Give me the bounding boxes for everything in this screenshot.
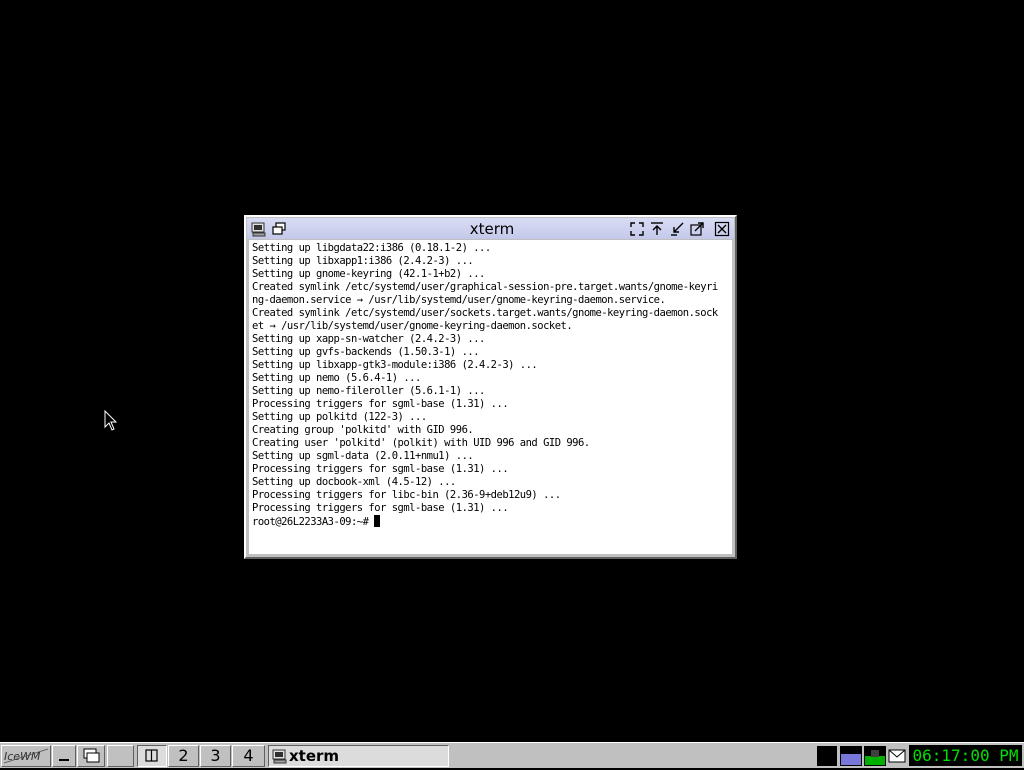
workspace-1-button[interactable] xyxy=(137,745,167,767)
terminal-line: Processing triggers for libc-bin (2.36-9… xyxy=(252,489,561,501)
terminal-line: Setting up xapp-sn-watcher (2.4.2-3) ... xyxy=(252,333,485,345)
terminal-line: Processing triggers for sgml-base (1.31)… xyxy=(252,463,509,475)
text-cursor xyxy=(374,515,381,527)
minimize-all-icon xyxy=(59,759,69,761)
clock[interactable]: 06:17:00 PM xyxy=(909,745,1022,766)
terminal-line: et → /usr/lib/systemd/user/gnome-keyring… xyxy=(252,320,573,332)
terminal-output[interactable]: Setting up libgdata22:i386 (0.18.1-2) ..… xyxy=(249,240,732,554)
workspace-1-icon xyxy=(145,749,158,762)
terminal-line: Setting up gnome-keyring (42.1-1+b2) ... xyxy=(252,268,485,280)
terminal-line: Setting up libxapp1:i386 (2.4.2-3) ... xyxy=(252,255,474,267)
terminal-line: Creating group 'polkitd' with GID 996. xyxy=(252,424,474,436)
maximize-icon[interactable] xyxy=(689,221,705,237)
terminal-line: Setting up libgdata22:i386 (0.18.1-2) ..… xyxy=(252,242,491,254)
taskbar-task-xterm[interactable]: xterm xyxy=(268,745,449,767)
mouse-pointer-icon xyxy=(104,410,118,431)
show-desktop-button[interactable] xyxy=(52,745,76,767)
terminal-line: Created symlink /etc/systemd/user/graphi… xyxy=(252,281,718,293)
cpu-monitor-icon[interactable] xyxy=(817,746,837,766)
close-icon[interactable] xyxy=(714,221,730,237)
desktop[interactable]: xterm Setting up libgdata22:i386 (0.18.1… xyxy=(0,0,1024,742)
taskbar: IceWM 2 3 4 xterm 06:17:00 PM xyxy=(0,742,1024,768)
window-titlebar[interactable]: xterm xyxy=(247,218,734,239)
terminal-line: Setting up libxapp-gtk3-module:i386 (2.4… xyxy=(252,359,538,371)
terminal-line: Processing triggers for sgml-base (1.31)… xyxy=(252,502,509,514)
terminal-line: Processing triggers for sgml-base (1.31)… xyxy=(252,398,509,410)
window-list-button[interactable] xyxy=(77,745,105,767)
terminal-icon xyxy=(272,749,287,764)
raise-icon[interactable] xyxy=(649,221,665,237)
workspace-3-button[interactable]: 3 xyxy=(200,745,231,767)
fullscreen-icon[interactable] xyxy=(629,221,645,237)
minimize-icon[interactable] xyxy=(669,221,685,237)
terminal-line: Setting up gvfs-backends (1.50.3-1) ... xyxy=(252,346,480,358)
network-monitor-icon[interactable] xyxy=(840,746,862,766)
mailbox-status-icon[interactable] xyxy=(864,746,886,766)
window-list-icon[interactable] xyxy=(271,221,287,237)
start-menu-button[interactable]: IceWM xyxy=(1,745,51,767)
mail-icon[interactable] xyxy=(888,748,906,764)
terminal-line: Creating user 'polkitd' (polkit) with UI… xyxy=(252,437,590,449)
terminal-text: Setting up libgdata22:i386 (0.18.1-2) ..… xyxy=(249,240,732,528)
empty-taskbar-slot[interactable] xyxy=(107,745,134,767)
task-label: xterm xyxy=(289,747,340,765)
terminal-prompt-line: root@26L2233A3-09:~# xyxy=(252,515,732,528)
terminal-line: Created symlink /etc/systemd/user/socket… xyxy=(252,307,718,319)
terminal-line: Setting up nemo-fileroller (5.6.1-1) ... xyxy=(252,385,485,397)
shell-prompt: root@26L2233A3-09:~# xyxy=(252,516,375,528)
xterm-window[interactable]: xterm Setting up libgdata22:i386 (0.18.1… xyxy=(244,215,737,559)
terminal-line: Setting up docbook-xml (4.5-12) ... xyxy=(252,476,456,488)
workspace-4-button[interactable]: 4 xyxy=(232,745,265,767)
terminal-line: Setting up polkitd (122-3) ... xyxy=(252,411,427,423)
terminal-line: Setting up sgml-data (2.0.11+nmu1) ... xyxy=(252,450,474,462)
terminal-line: ng-daemon.service → /usr/lib/systemd/use… xyxy=(252,294,666,306)
workspace-2-button[interactable]: 2 xyxy=(168,745,199,767)
terminal-line: Setting up nemo (5.6.4-1) ... xyxy=(252,372,421,384)
window-title: xterm xyxy=(469,220,515,238)
window-menu-icon[interactable] xyxy=(251,221,267,237)
icewm-logo-icon: IceWM xyxy=(3,748,49,764)
window-list-icon xyxy=(83,748,100,763)
